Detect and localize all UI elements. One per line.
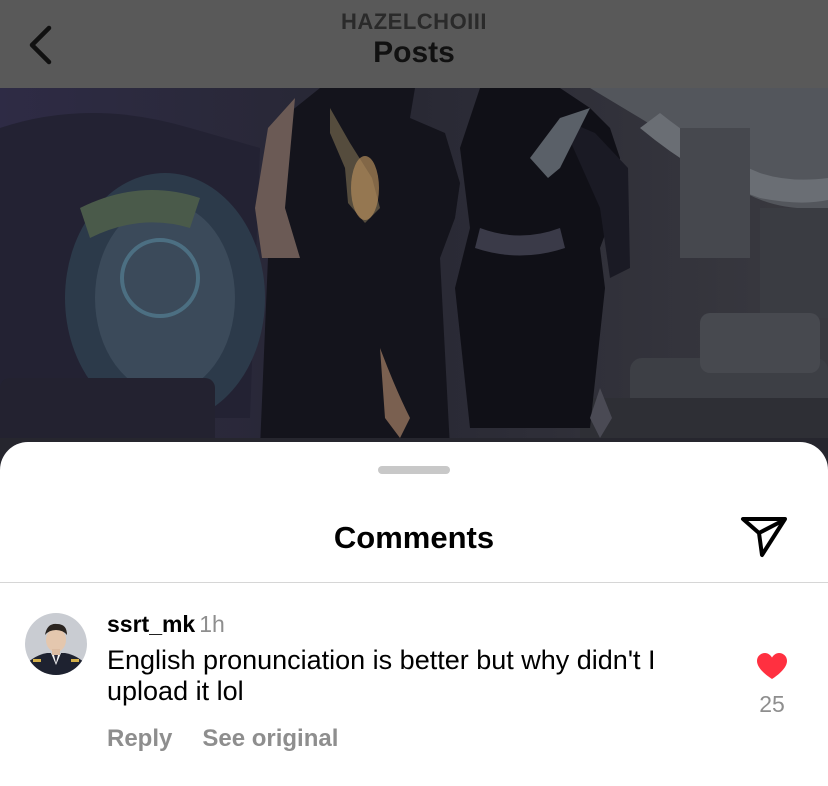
comment-username[interactable]: ssrt_mk [107,611,195,637]
comment-item: ssrt_mk 1h English pronunciation is bette… [0,583,828,783]
comment-text: English pronunciation is better but why … [107,645,656,706]
profile-username: HAZELCHOIII [340,9,488,34]
heart-filled-icon [757,653,787,679]
top-nav-bar: HAZELCHOIII Posts [0,0,828,88]
like-button[interactable] [753,649,791,683]
like-count: 25 [759,691,785,717]
paper-plane-icon [741,517,787,557]
sheet-title: Comments [333,520,495,555]
see-original-button[interactable]: See original [202,725,338,752]
comment-timestamp: 1h [199,611,225,637]
comment-meta: ssrt_mk 1h [107,611,225,638]
avatar[interactable] [25,613,87,675]
comment-actions: Reply See original [107,725,338,753]
reply-button[interactable]: Reply [107,725,172,752]
page-title: Posts [373,36,455,69]
sheet-grabber-handle[interactable] [378,466,450,474]
comments-sheet: Comments ssrt_mk 1h English pronunciatio… [0,442,828,786]
post-image [0,88,828,468]
share-button[interactable] [738,514,790,560]
